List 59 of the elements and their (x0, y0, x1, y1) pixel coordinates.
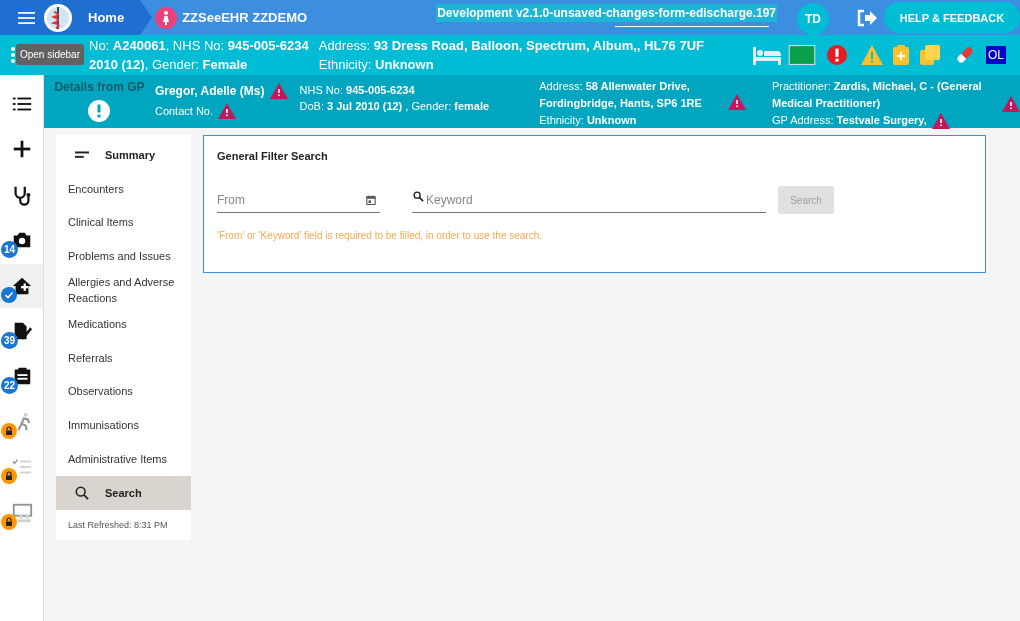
tooltip: Open sidebar (16, 44, 84, 65)
caduceus-logo-icon (44, 3, 72, 32)
rail-item[interactable]: 22 (0, 354, 43, 399)
status-badge[interactable]: OL (986, 46, 1006, 64)
lock-badge-icon (1, 468, 17, 485)
gp-address: Address: 58 Allenwater Drive, Fordingbridge, Hants, SP6 1RE (539, 79, 703, 111)
search-icon (413, 191, 424, 202)
alert-icon[interactable] (88, 100, 111, 122)
gp-details-title: Details from GP (54, 80, 145, 94)
home-link[interactable]: Home (88, 10, 125, 25)
gp-nhs-number: NHS No: 945-005-6234 (299, 84, 416, 96)
nav-item[interactable]: Encounters (56, 171, 191, 206)
nav-item[interactable]: Clinical Items (56, 205, 191, 240)
patient-ethnicity: Ethnicity: Unknown (318, 56, 435, 74)
nav-item[interactable]: Allergies and Adverse Reactions (56, 273, 191, 307)
lock-badge-icon (1, 513, 17, 530)
patient-birth-gender: 2010 (12), Gender: Female (89, 56, 248, 74)
warning-icon[interactable] (1002, 96, 1020, 112)
version-label: Development v2.1.0-unsaved-changes-form-edischarge.197 (436, 4, 777, 22)
patient-address: Address: 93 Dress Road, Balloon, Spectrum, Album,, HL76 7UF (318, 37, 704, 55)
count-badge: 22 (1, 377, 18, 395)
nav-item[interactable]: Observations (56, 374, 191, 409)
rail-item[interactable]: 39 (0, 308, 43, 353)
keyword-search-field[interactable]: Keyword (412, 187, 766, 213)
patient-identifiers: No: A240061, NHS No: 945-005-6234 (89, 37, 309, 55)
warning-icon[interactable] (218, 103, 237, 119)
gp-contact-label: Contact No. (154, 105, 214, 117)
warning-icon[interactable] (931, 112, 950, 129)
validation-hint: 'From' or 'Keyword' field is required to be filled, in order to use the search. (217, 230, 543, 241)
lock-badge-icon (1, 422, 17, 439)
check-badge-icon (1, 286, 17, 303)
card-title: General Filter Search (217, 150, 329, 162)
nav-item[interactable]: Administrative Items (56, 442, 191, 476)
gp-ethnicity: Ethnicity: Unknown (539, 113, 638, 128)
gp-address: GP Address: Testvale Surgery, (772, 113, 927, 128)
gp-patient-name: Gregor, Adelle (Ms) (154, 84, 265, 98)
card-icon[interactable] (788, 45, 816, 65)
rail-item[interactable]: 14 (0, 218, 43, 263)
nav-item[interactable]: Problems and Issues (56, 239, 191, 274)
calendar-icon[interactable] (366, 195, 376, 205)
nav-item[interactable]: Summary (56, 138, 191, 172)
female-person-icon (155, 6, 178, 29)
nav-item[interactable]: Search (56, 475, 191, 510)
nav-item[interactable]: Immunisations (56, 408, 191, 443)
nav-item[interactable]: Referrals (56, 340, 191, 375)
menu-icon[interactable] (18, 11, 35, 24)
gp-birth-gender: DoB: 3 Jul 2010 (12) , Gender: female (299, 100, 491, 112)
count-badge: 39 (1, 331, 18, 349)
clipboard-icon[interactable] (893, 45, 909, 65)
gp-practitioner: Practitioner: Zardis, Michael, C - (General Medical Practitioner) (772, 79, 983, 111)
people-icon (10, 501, 33, 524)
patient-app-name: ZZSeeEHR ZZDEMO (182, 10, 308, 25)
warning-icon[interactable] (728, 94, 746, 110)
logout-icon[interactable] (856, 8, 878, 27)
last-refreshed-label: Last Refreshed: 8:31 PM (67, 518, 169, 530)
count-badge: 14 (1, 241, 18, 259)
nav-item[interactable]: Medications (56, 307, 191, 341)
search-icon (75, 485, 89, 500)
warning-icon[interactable] (269, 83, 288, 99)
